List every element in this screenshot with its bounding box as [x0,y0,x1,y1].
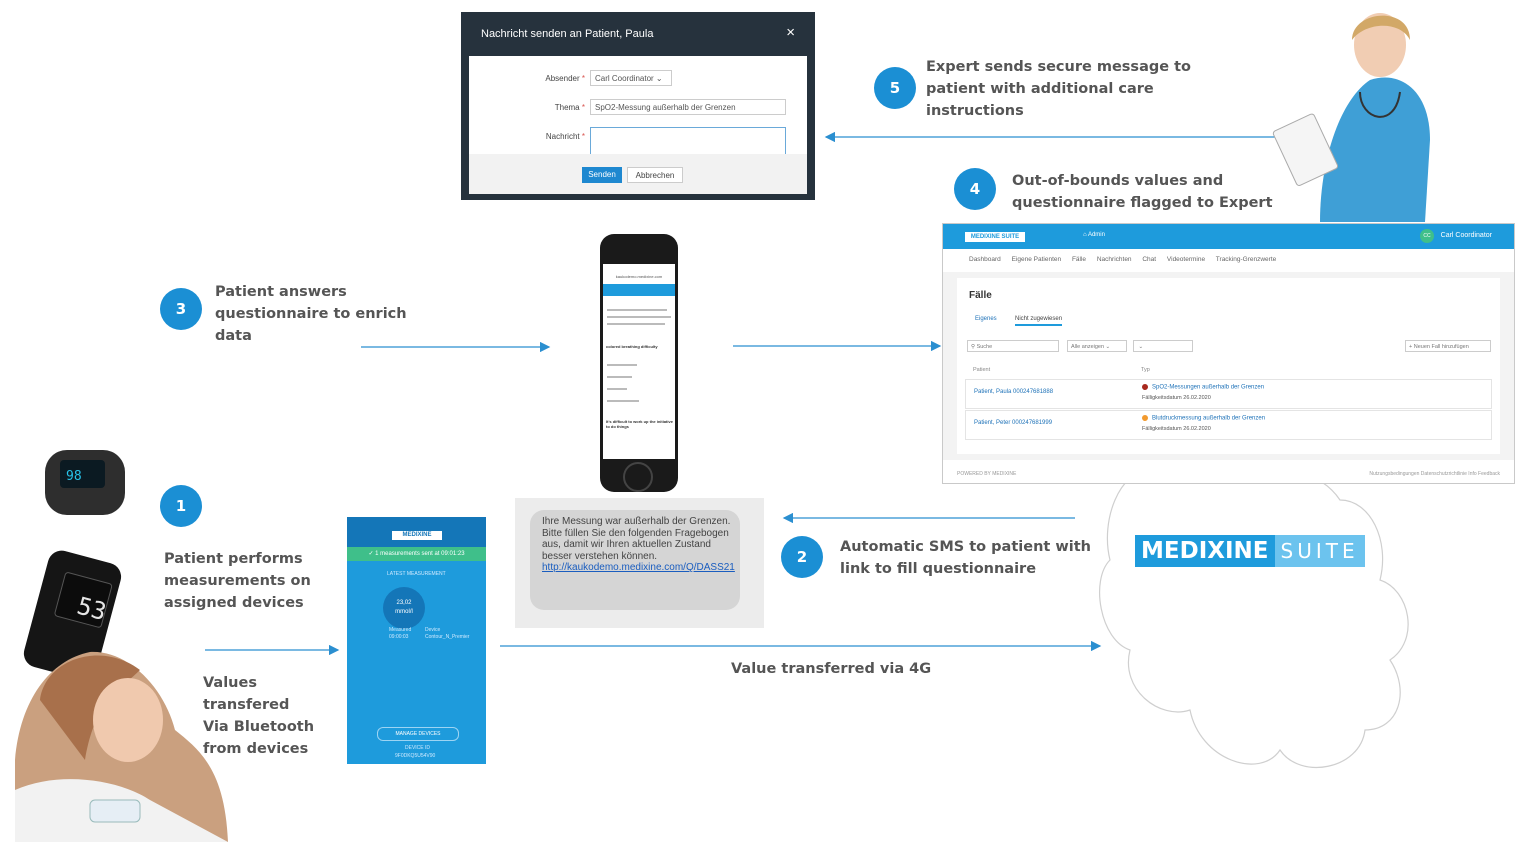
bluetooth-caption: Values transfered Via Bluetooth from device… [203,675,315,757]
device-label: Device [425,627,441,633]
message-textarea[interactable] [590,127,786,155]
nav-tracking[interactable]: Tracking-Grenzwerte [1216,256,1276,263]
sms-link[interactable]: http://kaukodemo.medixine.com/Q/DASS21 [542,562,735,574]
step-4-badge: 4 [954,168,996,210]
row-case: Blutdruckmessung außerhalb der Grenzen [1152,415,1266,422]
question-1: colored breathing difficulty [606,344,658,349]
app-logo: MEDIXINE [392,531,442,540]
nav-cases[interactable]: Fälle [1072,256,1086,263]
device-value: Contour_N_Premier [425,634,470,640]
message-label: Nachricht [545,132,580,141]
search-input[interactable]: ⚲ Suche [967,340,1059,352]
nav-own-patients[interactable]: Eigene Patienten [1012,256,1062,263]
app-topbar: MEDIXINE [347,517,486,547]
dashboard-nav: Dashboard Eigene Patienten Fälle Nachric… [969,256,1285,263]
device-id-label: DEVICE ID [405,745,431,751]
table-row[interactable]: Patient, Peter 000247681999 Blutdruckmes… [965,410,1492,440]
measurement-circle: 23,02 mmol/l [383,587,425,629]
dashboard-logo: MEDIXINE SUITE [965,232,1025,242]
cases-dashboard: MEDIXINE SUITE ⌂ Admin CC Carl Coordinat… [942,223,1515,484]
home-button[interactable] [623,462,653,492]
step-1-caption: Patient performs measurements on assigned … [164,551,311,611]
row-case: SpO2-Messungen außerhalb der Grenzen [1152,384,1265,391]
4g-caption: Value transferred via 4G [731,661,932,677]
cases-panel: Fälle Eigenes Nicht zugewiesen ⚲ Suche A… [957,278,1500,454]
step-3-caption: Patient answers questionnaire to enrich da… [215,284,407,344]
dialog-header: Nachricht senden an Patient, Paula × [461,12,815,56]
row-due: Fälligkeitsdatum 26.02.2020 [1142,426,1211,432]
step-5-badge: 5 [874,67,916,109]
cloud-shape [1099,462,1409,768]
step-1-badge: 1 [160,485,202,527]
step-4-caption: Out-of-bounds values and questionnaire fl… [1012,173,1273,211]
topic-input[interactable]: SpO2-Messung außerhalb der Grenzen [590,99,786,115]
nav-messages[interactable]: Nachrichten [1097,256,1132,263]
dialog-body: Absender * Carl Coordinator ⌄ Thema * Sp… [469,56,807,194]
column-type: Typ [1141,367,1150,373]
question-2: It's difficult to work up the initiative… [606,419,673,429]
device-id-value: 9F0DKQ5U54V90 [395,753,436,759]
send-message-dialog: Nachricht senden an Patient, Paula × Abs… [461,12,815,200]
second-filter-select[interactable]: ⌄ [1133,340,1193,352]
medixine-suite-logo: MEDIXINE SUITE [1135,535,1365,567]
questionnaire-header [603,284,675,296]
questionnaire-screen: kaukodemo.medixine.com colored breathing… [603,264,675,459]
status-dot [1142,384,1148,390]
step-2-caption: Automatic SMS to patient with link to fil… [840,539,1092,577]
avatar[interactable]: CC [1420,229,1434,243]
page-title: Fälle [969,290,992,301]
sms-message: Ihre Messung war außerhalb der Grenzen. … [515,498,764,628]
sent-status: ✓ 1 measurements sent at 09:01:23 [347,547,486,561]
svg-text:98: 98 [66,469,82,484]
row-patient[interactable]: Patient, Paula 000247681888 [974,389,1053,395]
pulse-oximeter-device: 98 [45,450,125,515]
measurement-app-phone: MEDIXINE ✓ 1 measurements sent at 09:01:… [347,517,486,764]
filter-select[interactable]: Alle anzeigen ⌄ [1067,340,1127,352]
latest-measurement-label: LATEST MEASUREMENT [387,571,446,577]
sms-text: Ihre Messung war außerhalb der Grenzen. … [542,516,731,562]
expert-nurse-photo [1272,13,1430,222]
nav-chat[interactable]: Chat [1142,256,1156,263]
tab-unassigned[interactable]: Nicht zugewiesen [1015,316,1063,326]
topic-label: Thema [554,103,580,112]
sender-select[interactable]: Carl Coordinator ⌄ [590,70,672,86]
dialog-footer: Senden Abbrechen [469,154,807,194]
patient-photo [15,651,228,842]
step-2-badge: 2 [781,536,823,578]
admin-link[interactable]: ⌂ Admin [1083,232,1105,238]
table-row[interactable]: Patient, Paula 000247681888 SpO2-Messung… [965,379,1492,409]
cancel-button[interactable]: Abbrechen [627,167,683,183]
add-case-button[interactable]: + Neuen Fall hinzufügen [1405,340,1491,352]
dashboard-footer-brand: POWERED BY MEDIXINE [957,471,1017,477]
send-button[interactable]: Senden [582,167,622,183]
step-3-badge: 3 [160,288,202,330]
close-icon[interactable]: × [786,24,795,41]
questionnaire-url: kaukodemo.medixine.com [615,274,663,279]
row-patient[interactable]: Patient, Peter 000247681999 [974,420,1052,426]
dialog-title: Nachricht senden an Patient, Paula [481,28,654,40]
row-due: Fälligkeitsdatum 26.02.2020 [1142,395,1211,401]
step-5-caption: Expert sends secure message to patient wi… [926,59,1192,119]
dashboard-footer-links[interactable]: Nutzungsbedingungen Datenschutzrichtlini… [1369,471,1500,477]
tab-own[interactable]: Eigenes [975,316,997,322]
sender-label: Absender [545,74,580,83]
nav-video[interactable]: Videotermine [1167,256,1205,263]
questionnaire-phone: kaukodemo.medixine.com colored breathing… [600,234,678,492]
user-name[interactable]: Carl Coordinator [1441,232,1492,239]
measured-value: 09:00:03 [389,634,409,640]
measured-label: Measured [389,627,412,633]
nav-dashboard[interactable]: Dashboard [969,256,1001,263]
status-dot [1142,415,1148,421]
dashboard-topbar: MEDIXINE SUITE ⌂ Admin CC Carl Coordinat… [943,224,1514,249]
column-patient: Patient [973,367,991,373]
manage-devices-button[interactable]: MANAGE DEVICES [377,727,459,741]
